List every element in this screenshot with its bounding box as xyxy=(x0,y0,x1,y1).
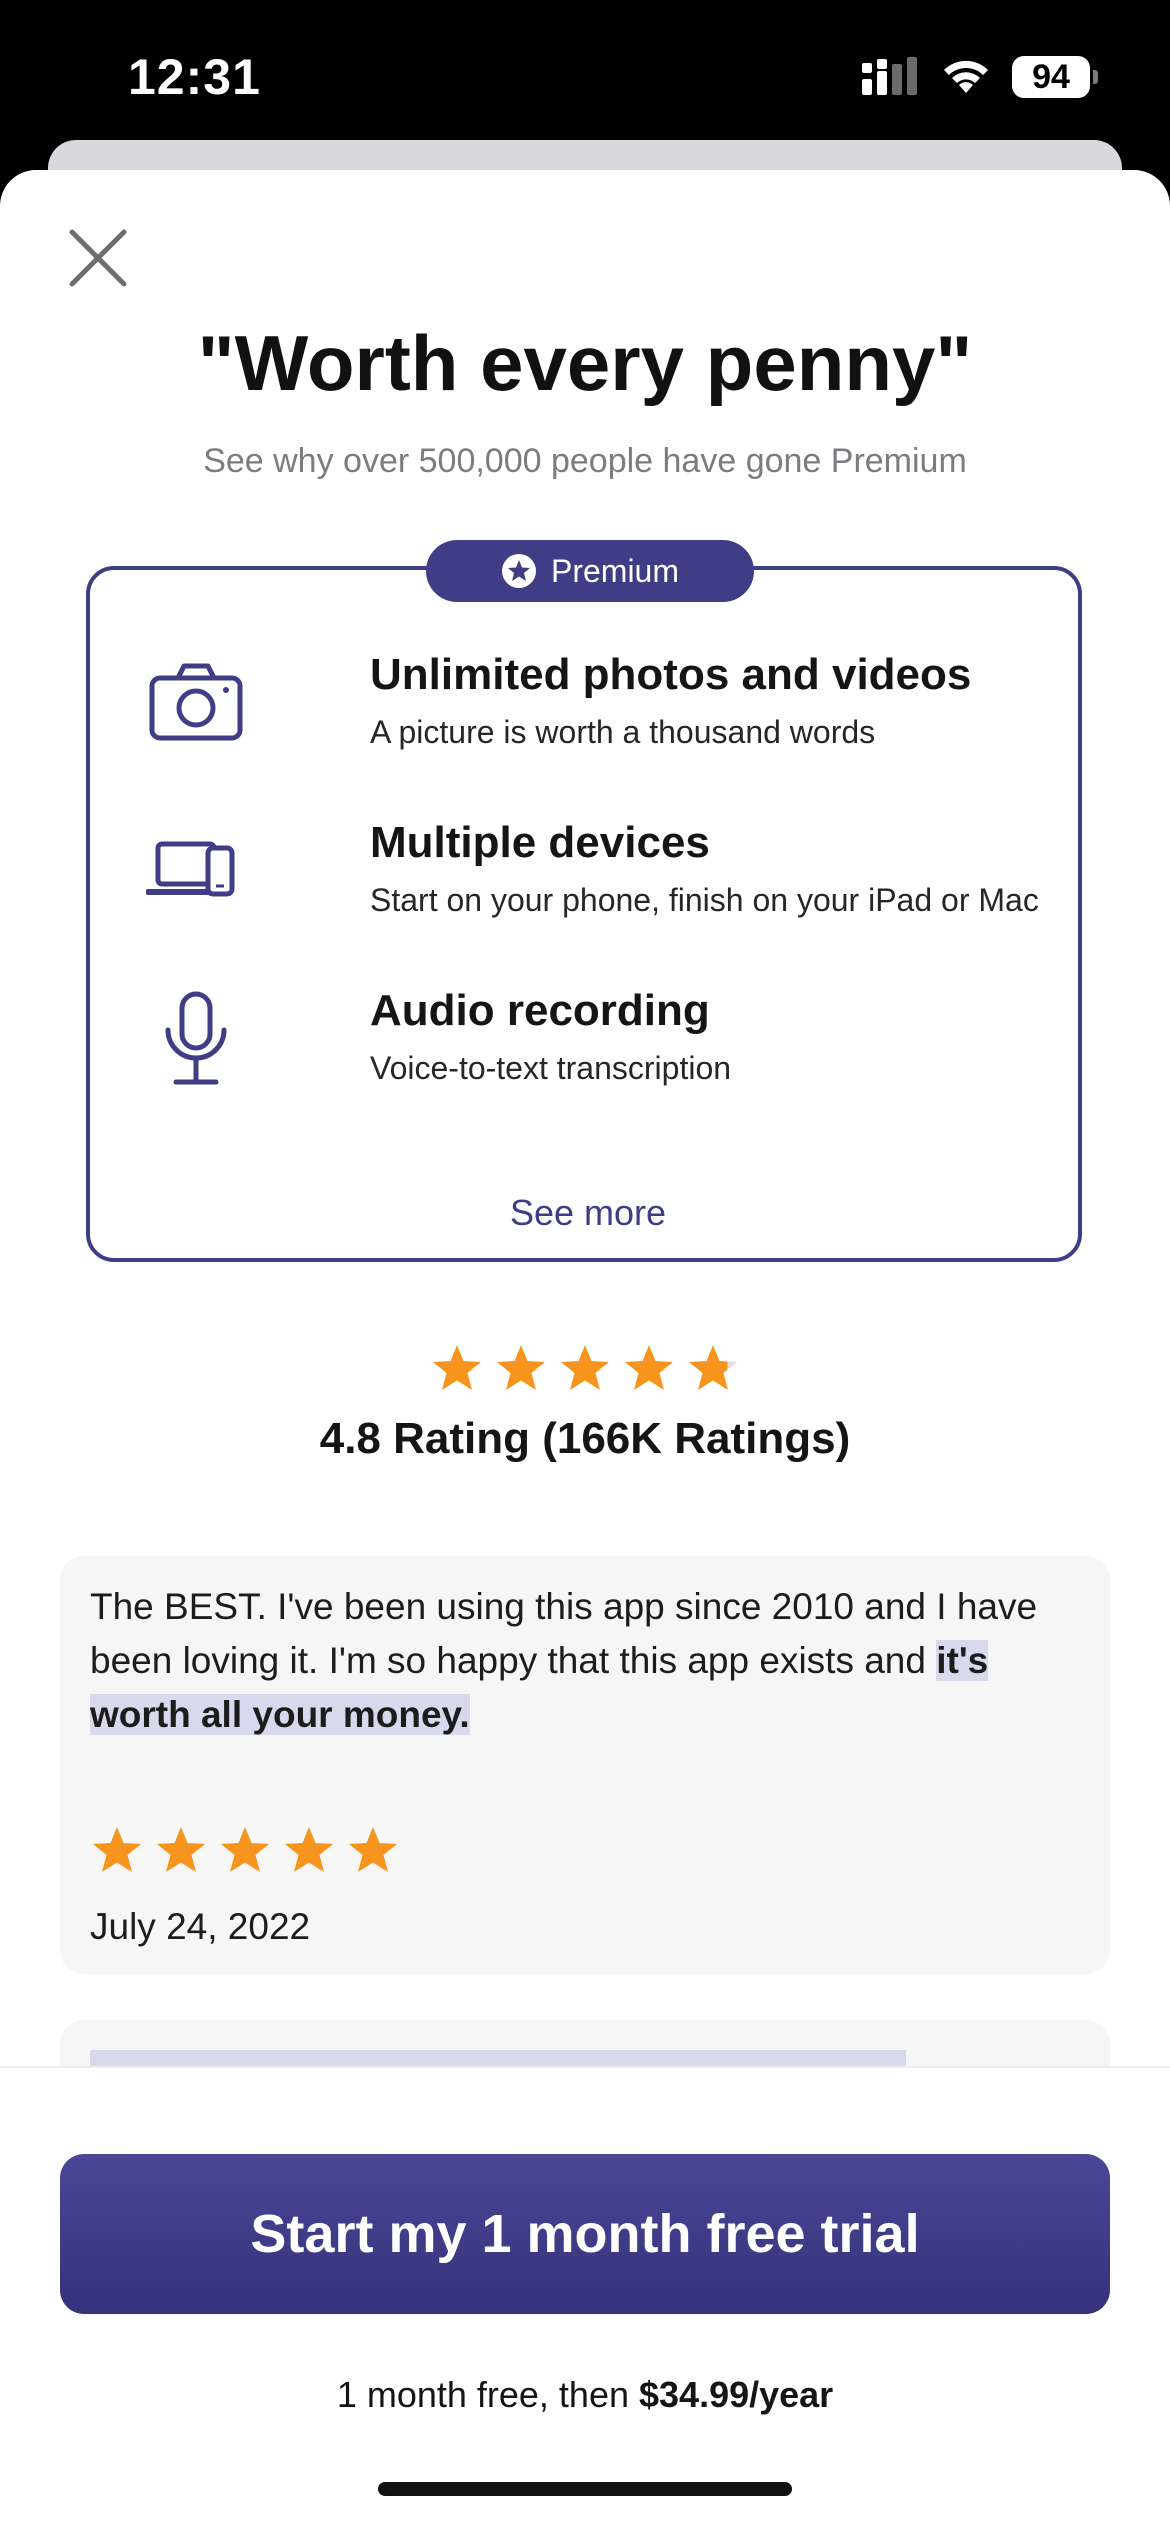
start-trial-button[interactable]: Start my 1 month free trial xyxy=(60,2154,1110,2314)
premium-badge: Premium xyxy=(426,540,754,602)
status-bar: 12:31 94 xyxy=(0,0,1170,150)
cellular-signal-icon xyxy=(862,57,917,95)
star-circle-icon xyxy=(501,554,536,588)
price-note-prefix: 1 month free, then xyxy=(336,2374,639,2415)
page-title: "Worth every penny" xyxy=(197,319,973,407)
star-icon xyxy=(221,1827,269,1872)
home-indicator[interactable] xyxy=(378,2482,792,2496)
review-text: The BEST. I've been using this app since… xyxy=(90,1580,1080,1742)
feature-title: Multiple devices xyxy=(370,818,710,867)
feature-description: Start on your phone, finish on your iPad… xyxy=(370,882,1039,918)
camera-icon xyxy=(149,663,243,741)
star-icon xyxy=(285,1827,333,1872)
rating-summary: 4.8 Rating (166K Ratings) xyxy=(319,1414,851,1463)
microphone-icon xyxy=(165,991,227,1085)
review-text-body: The BEST. I've been using this app since… xyxy=(90,1586,1038,1681)
see-more-link[interactable]: See more xyxy=(90,1192,1086,1234)
feature-title: Audio recording xyxy=(370,986,710,1035)
cta-panel: Start my 1 month free trial 1 month free… xyxy=(0,2066,1170,2532)
battery-icon: 94 xyxy=(1012,56,1098,98)
price-note: 1 month free, then $34.99/year xyxy=(0,2374,1170,2416)
star-icon xyxy=(625,1345,673,1390)
feature-description: A picture is worth a thousand words xyxy=(370,714,876,750)
wifi-icon xyxy=(944,60,988,93)
page-subtitle: See why over 500,000 people have gone Pr… xyxy=(203,442,967,480)
premium-features-card: Premium Unlimited photos and videos A pi… xyxy=(86,540,1082,1262)
review-card: The BEST. I've been using this app since… xyxy=(60,1556,1110,1974)
review-stars xyxy=(90,1824,400,1878)
star-icon xyxy=(93,1827,141,1872)
review-date: July 24, 2022 xyxy=(90,1906,311,1947)
rating-stars xyxy=(0,1342,1170,1396)
status-time: 12:31 xyxy=(128,49,261,105)
star-icon xyxy=(689,1345,737,1390)
feature-description: Voice-to-text transcription xyxy=(370,1050,732,1086)
price-note-value: $34.99/year xyxy=(639,2374,834,2415)
star-icon xyxy=(433,1345,481,1390)
premium-badge-label: Premium xyxy=(550,552,679,589)
status-icons: 94 xyxy=(860,56,1098,98)
devices-icon xyxy=(146,841,235,897)
star-icon xyxy=(157,1827,205,1872)
star-icon xyxy=(561,1345,609,1390)
premium-sheet: "Worth every penny" See why over 500,000… xyxy=(0,170,1170,2532)
star-icon xyxy=(349,1827,397,1872)
star-icon xyxy=(497,1345,545,1390)
feature-title: Unlimited photos and videos xyxy=(370,650,972,699)
close-icon[interactable] xyxy=(66,226,130,290)
